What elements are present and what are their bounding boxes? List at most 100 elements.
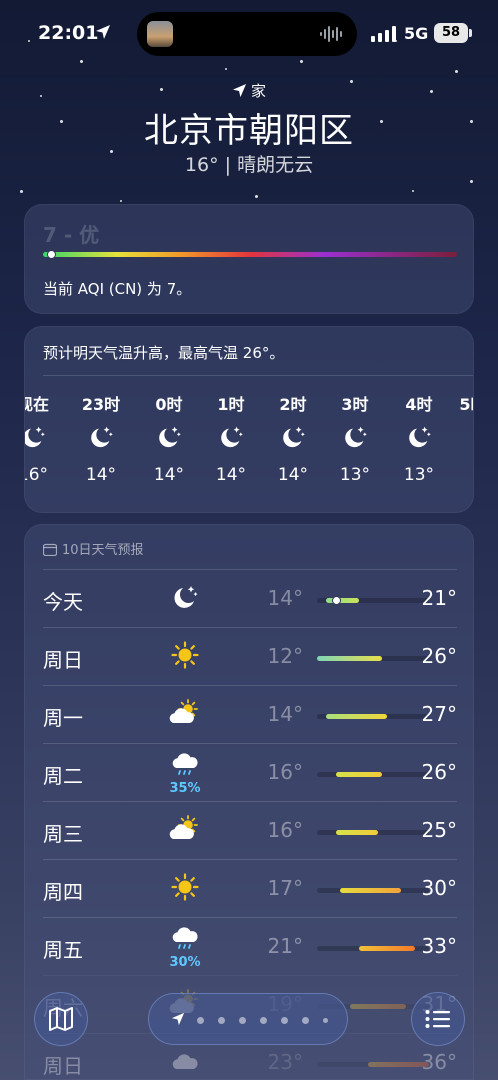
- network-type: 5G: [404, 24, 429, 43]
- hour-temp: 14°: [85, 465, 117, 485]
- star: [455, 70, 458, 73]
- temp-range-track: [317, 1062, 429, 1067]
- day-row[interactable]: 周日 12° 26°: [43, 627, 457, 685]
- temp-range-track: [317, 656, 429, 661]
- day-high-temp: 27°: [421, 702, 457, 726]
- list-icon: [425, 1010, 450, 1028]
- hour-label: 4时: [405, 395, 433, 414]
- day-high-temp: 36°: [421, 1050, 457, 1074]
- day-high-temp: 25°: [421, 818, 457, 842]
- day-high-temp: 26°: [421, 760, 457, 784]
- moon-stars-icon: [25, 415, 63, 465]
- moon-stars-icon: [71, 415, 131, 465]
- current-temp-dot: [331, 596, 341, 605]
- hour-label: 1时: [217, 395, 245, 414]
- day-name: 周日: [43, 1054, 83, 1078]
- temp-range-track: [317, 946, 429, 951]
- hour-item: 1时 14°: [201, 391, 261, 485]
- status-bar: 22:01 5G 58: [0, 12, 498, 56]
- moon-stars-icon: [325, 415, 385, 465]
- day-row[interactable]: 周二 35% 16° 26°: [43, 743, 457, 801]
- cellular-signal-icon: [371, 26, 396, 42]
- moon-stars-icon: [201, 415, 261, 465]
- day-row[interactable]: 周三 16° 25°: [43, 801, 457, 859]
- calendar-icon: [42, 543, 58, 557]
- divider: [43, 375, 473, 376]
- day-low-temp: 16°: [267, 818, 303, 842]
- battery-tip: [469, 29, 472, 37]
- location-pager[interactable]: [148, 993, 348, 1045]
- day-row[interactable]: 周一 14° 27°: [43, 685, 457, 743]
- day-row[interactable]: 周五 30% 21° 33°: [43, 917, 457, 975]
- day-name: 周二: [43, 764, 83, 788]
- aqi-description: 当前 AQI (CN) 为 7。: [43, 280, 192, 298]
- cloud-rain-icon: [165, 750, 205, 784]
- hour-item: 23时 14°: [71, 391, 131, 485]
- page-dot[interactable]: [197, 1017, 204, 1024]
- location-arrow-icon: [96, 25, 110, 39]
- now-playing-artwork: [147, 21, 173, 47]
- sun-cloud-icon: [165, 814, 205, 848]
- day-name: 周日: [43, 648, 83, 672]
- temp-range-track: [317, 830, 429, 835]
- aqi-indicator: [47, 250, 57, 259]
- hourly-summary: 预计明天气温升高，最高气温 26°。: [43, 344, 285, 362]
- precip-probability: 35%: [169, 781, 201, 796]
- hour-temp: 13°: [403, 465, 435, 485]
- daily-title: 10日天气预报: [42, 539, 144, 558]
- cloud-icon: [165, 1046, 205, 1079]
- status-time: 22:01: [38, 22, 99, 44]
- moon-stars-icon: [165, 582, 205, 616]
- day-high-temp: 26°: [421, 644, 457, 668]
- moon-stars-icon: [443, 415, 473, 465]
- day-low-temp: 14°: [267, 586, 303, 610]
- page-dot[interactable]: [302, 1017, 309, 1024]
- hour-item: 2时 14°: [263, 391, 323, 485]
- temp-range-track: [317, 888, 429, 893]
- page-dot[interactable]: [239, 1017, 246, 1024]
- temp-range-fill: [317, 656, 383, 661]
- list-button[interactable]: [411, 992, 465, 1046]
- day-low-temp: 17°: [267, 876, 303, 900]
- star: [225, 68, 227, 70]
- star: [80, 60, 83, 63]
- moon-stars-icon: [263, 415, 323, 465]
- day-name: 今天: [43, 590, 83, 614]
- day-name: 周五: [43, 938, 83, 962]
- aqi-card[interactable]: 7 - 优 当前 AQI (CN) 为 7。: [24, 204, 474, 314]
- sun-icon: [165, 872, 205, 906]
- location-arrow-icon: [171, 1012, 185, 1026]
- page-dot[interactable]: [260, 1017, 267, 1024]
- city-name: 北京市朝阳区: [144, 111, 354, 151]
- current-summary: 16° | 晴朗无云: [184, 154, 314, 176]
- dynamic-island[interactable]: [137, 12, 357, 56]
- day-low-temp: 16°: [267, 760, 303, 784]
- hour-label: 5时: [459, 395, 473, 414]
- star: [412, 190, 414, 192]
- temp-range-fill: [349, 1004, 406, 1009]
- page-dot[interactable]: [323, 1018, 328, 1023]
- hour-temp: 14°: [277, 465, 309, 485]
- hourly-forecast-card[interactable]: 预计明天气温升高，最高气温 26°。 现在 16°23时 14°0时 14°1时…: [24, 326, 474, 513]
- day-row[interactable]: 周四 17° 30°: [43, 859, 457, 917]
- location-row: 家: [0, 80, 498, 101]
- temp-range-track: [317, 772, 429, 777]
- hour-label: 0时: [155, 395, 183, 414]
- day-high-temp: 21°: [421, 586, 457, 610]
- hour-item: 5时: [443, 391, 473, 465]
- moon-stars-icon: [139, 415, 199, 465]
- temp-range-track: [317, 596, 429, 605]
- aqi-gradient-bar: [43, 252, 457, 257]
- page-dot[interactable]: [281, 1017, 288, 1024]
- map-button[interactable]: [34, 992, 88, 1046]
- temp-range-track: [317, 714, 429, 719]
- temp-range-fill: [326, 714, 387, 719]
- hour-temp: 16°: [25, 465, 49, 485]
- day-high-temp: 30°: [421, 876, 457, 900]
- day-low-temp: 23°: [267, 1050, 303, 1074]
- star: [255, 195, 258, 198]
- audio-wave-icon: [320, 26, 342, 42]
- day-row[interactable]: 今天 14° 21°: [43, 569, 457, 627]
- hour-label: 2时: [279, 395, 307, 414]
- page-dot[interactable]: [218, 1017, 225, 1024]
